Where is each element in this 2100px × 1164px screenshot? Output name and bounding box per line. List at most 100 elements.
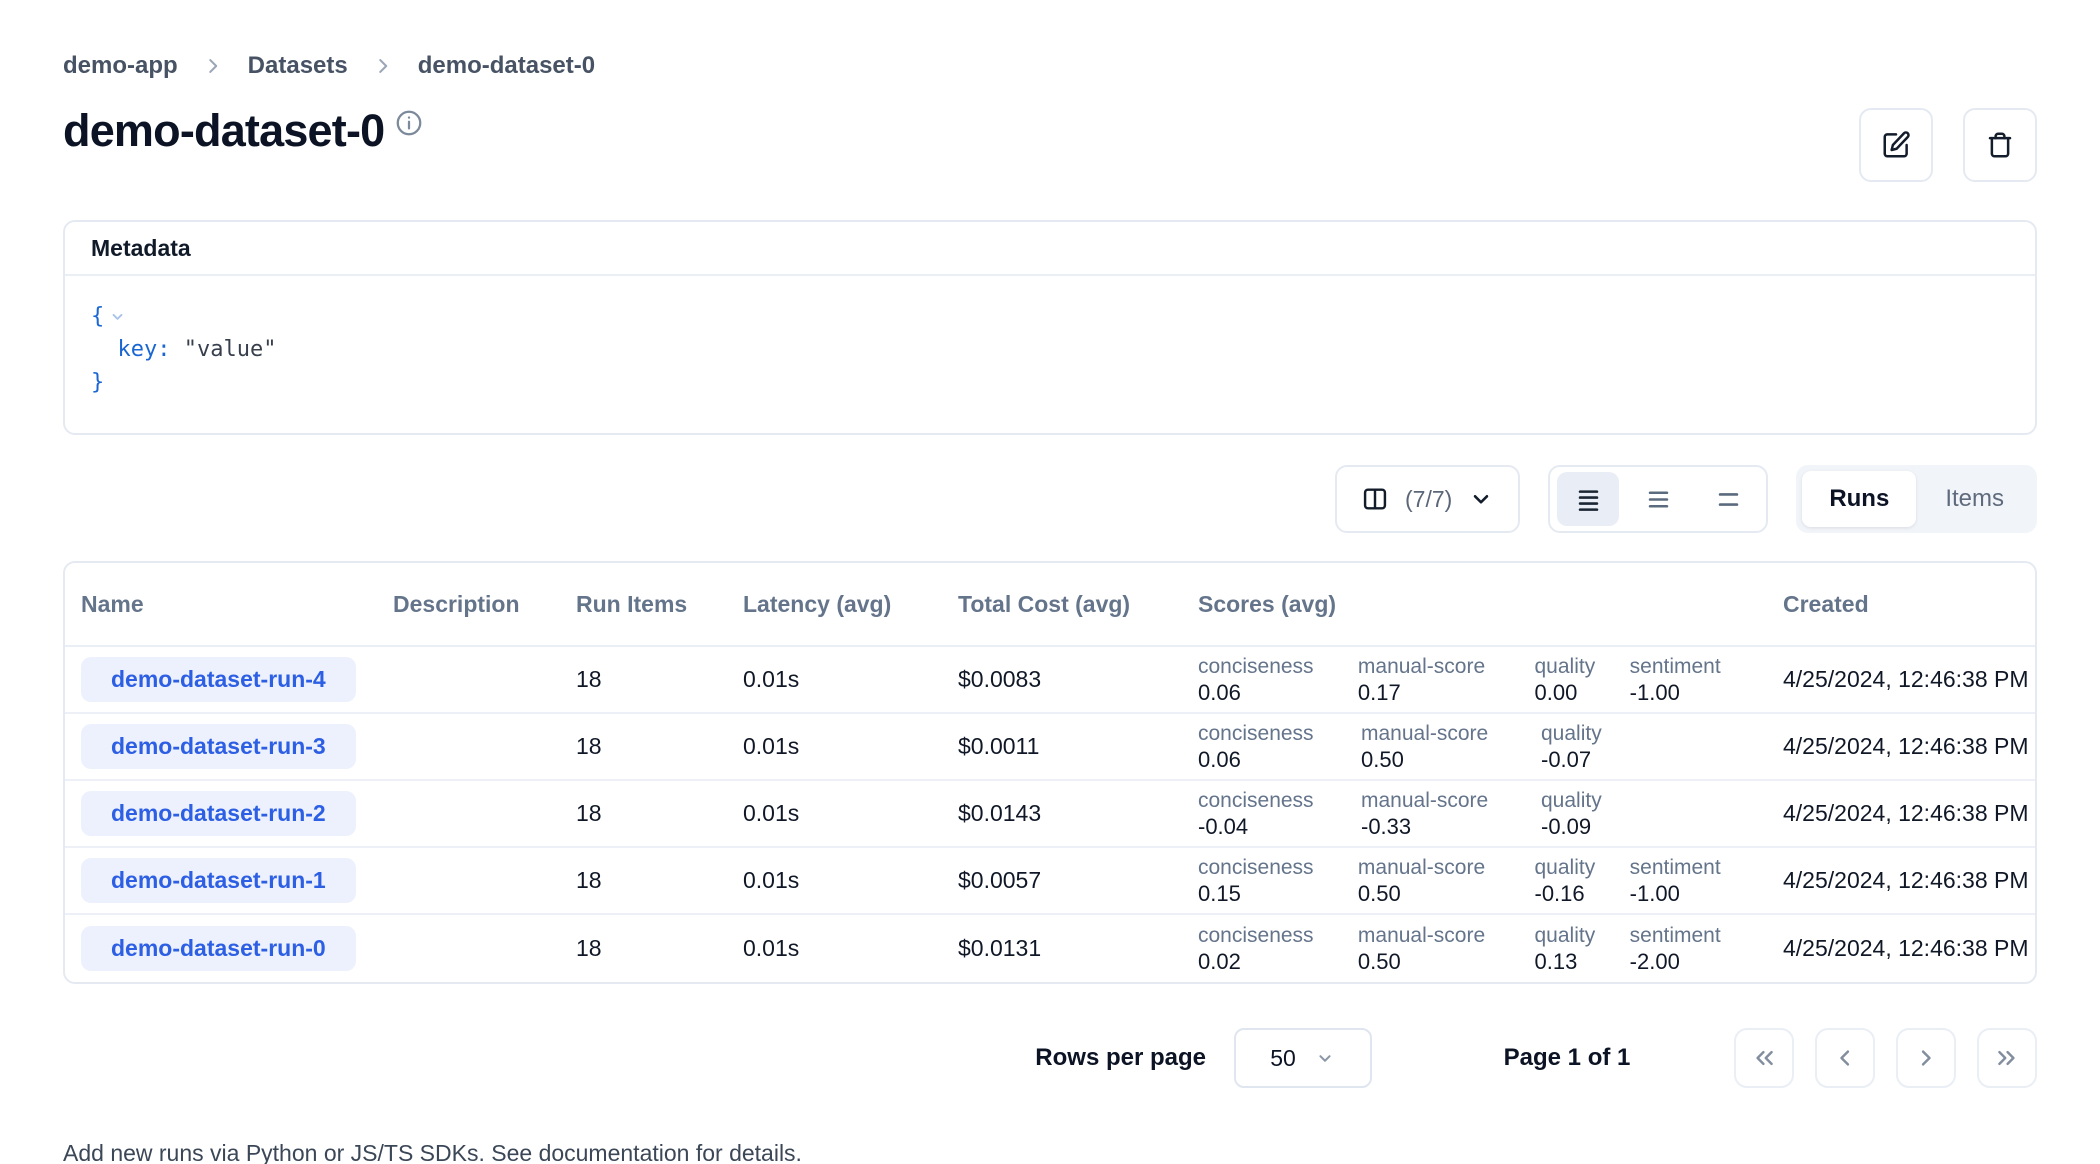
first-page-button[interactable]	[1734, 1028, 1794, 1088]
scores-cell: conciseness -0.04 manual-score -0.33 qua…	[1182, 788, 1767, 840]
scores-cell: conciseness 0.15 manual-score 0.50 quali…	[1182, 855, 1767, 907]
delete-dataset-button[interactable]	[1963, 108, 2037, 182]
table-row[interactable]: demo-dataset-run-0 18 0.01s $0.0131 conc…	[65, 915, 2035, 982]
column-header-scores[interactable]: Scores (avg)	[1182, 591, 1767, 618]
json-collapse-chevron-icon[interactable]	[108, 307, 127, 326]
score-chip: conciseness -0.04	[1198, 788, 1361, 840]
tab-items[interactable]: Items	[1918, 471, 2031, 527]
score-value: 0.50	[1358, 881, 1535, 907]
score-value: -1.00	[1630, 881, 1767, 907]
score-value: -0.16	[1535, 881, 1630, 907]
score-label: sentiment	[1630, 855, 1767, 881]
chevron-right-icon	[1912, 1044, 1940, 1072]
score-chip: manual-score 0.17	[1358, 654, 1535, 706]
chevron-right-icon	[202, 55, 224, 77]
score-chip: conciseness 0.06	[1198, 654, 1358, 706]
latency-cell: 0.01s	[727, 867, 942, 894]
row-height-medium-button[interactable]	[1627, 472, 1689, 526]
column-header-description[interactable]: Description	[377, 591, 560, 618]
total-cost-cell: $0.0011	[942, 733, 1182, 760]
documentation-link[interactable]: documentation	[539, 1140, 690, 1164]
footer-text-suffix: for details.	[689, 1140, 802, 1164]
score-value: -1.00	[1630, 680, 1767, 706]
table-header-row: Name Description Run Items Latency (avg)…	[65, 563, 2035, 647]
run-items-cell: 18	[560, 867, 727, 894]
pagination-bar: Rows per page 50 Page 1 of 1	[63, 1028, 2037, 1088]
run-name-link[interactable]: demo-dataset-run-3	[81, 724, 356, 769]
score-label: conciseness	[1198, 654, 1358, 680]
score-label: sentiment	[1630, 654, 1767, 680]
metadata-card-title: Metadata	[65, 222, 2035, 276]
breadcrumb-item-datasets[interactable]: Datasets	[248, 52, 348, 80]
latency-cell: 0.01s	[727, 666, 942, 693]
score-label: quality	[1535, 654, 1630, 680]
breadcrumb: demo-app Datasets demo-dataset-0	[63, 52, 2037, 80]
row-height-dense-button[interactable]	[1557, 472, 1619, 526]
score-chip: conciseness 0.15	[1198, 855, 1358, 907]
column-visibility-button[interactable]: (7/7)	[1335, 465, 1520, 533]
score-value: 0.06	[1198, 747, 1361, 773]
score-value: -2.00	[1630, 949, 1767, 975]
score-label: manual-score	[1361, 721, 1541, 747]
run-items-cell: 18	[560, 666, 727, 693]
column-header-name[interactable]: Name	[65, 591, 377, 618]
latency-cell: 0.01s	[727, 733, 942, 760]
score-chip: sentiment -1.00	[1630, 654, 1767, 706]
run-name-link[interactable]: demo-dataset-run-2	[81, 791, 356, 836]
score-label: conciseness	[1198, 923, 1358, 949]
score-value: 0.17	[1358, 680, 1535, 706]
breadcrumb-item-project[interactable]: demo-app	[63, 52, 178, 80]
runs-table: Name Description Run Items Latency (avg)…	[63, 561, 2037, 984]
chevron-down-icon	[1468, 486, 1494, 512]
row-height-tall-button[interactable]	[1697, 472, 1759, 526]
chevrons-right-icon	[1993, 1044, 2021, 1072]
tab-runs[interactable]: Runs	[1802, 471, 1916, 527]
score-chip: quality 0.00	[1535, 654, 1630, 706]
score-label: sentiment	[1630, 923, 1767, 949]
score-label: conciseness	[1198, 855, 1358, 881]
json-value-string: "value"	[184, 333, 277, 366]
rows-tall-icon	[1715, 486, 1742, 513]
score-chip: sentiment -1.00	[1630, 855, 1767, 907]
score-chip: sentiment -2.00	[1630, 923, 1767, 975]
score-label: conciseness	[1198, 721, 1361, 747]
column-header-created[interactable]: Created	[1767, 591, 2037, 618]
info-icon[interactable]	[394, 108, 424, 138]
table-row[interactable]: demo-dataset-run-3 18 0.01s $0.0011 conc…	[65, 714, 2035, 781]
rows-dense-icon	[1575, 486, 1602, 513]
score-chip: manual-score 0.50	[1358, 923, 1535, 975]
next-page-button[interactable]	[1896, 1028, 1956, 1088]
run-name-link[interactable]: demo-dataset-run-0	[81, 926, 356, 971]
column-header-latency[interactable]: Latency (avg)	[727, 591, 942, 618]
edit-dataset-button[interactable]	[1859, 108, 1933, 182]
total-cost-cell: $0.0057	[942, 867, 1182, 894]
table-row[interactable]: demo-dataset-run-4 18 0.01s $0.0083 conc…	[65, 647, 2035, 714]
json-value	[170, 333, 183, 366]
score-chip: quality -0.07	[1541, 721, 1638, 773]
score-chip: quality -0.09	[1541, 788, 1638, 840]
score-label: quality	[1541, 721, 1638, 747]
score-value: -0.04	[1198, 814, 1361, 840]
column-header-run-items[interactable]: Run Items	[560, 591, 727, 618]
score-chip: quality 0.13	[1535, 923, 1630, 975]
score-label: conciseness	[1198, 788, 1361, 814]
split-columns-icon	[1361, 485, 1389, 513]
dataset-page: demo-app Datasets demo-dataset-0 demo-da…	[0, 52, 2100, 1164]
score-label: manual-score	[1361, 788, 1541, 814]
table-row[interactable]: demo-dataset-run-1 18 0.01s $0.0057 conc…	[65, 848, 2035, 915]
breadcrumb-item-dataset[interactable]: demo-dataset-0	[418, 52, 595, 80]
score-chip: manual-score 0.50	[1361, 721, 1541, 773]
run-name-link[interactable]: demo-dataset-run-1	[81, 858, 356, 903]
previous-page-button[interactable]	[1815, 1028, 1875, 1088]
metadata-json-viewer: { key: "value" }	[65, 276, 2035, 433]
json-close-brace: }	[91, 366, 104, 399]
score-value: 0.50	[1361, 747, 1541, 773]
last-page-button[interactable]	[1977, 1028, 2037, 1088]
scores-cell: conciseness 0.06 manual-score 0.50 quali…	[1182, 721, 1767, 773]
rows-per-page-label: Rows per page	[1035, 1044, 1206, 1072]
table-row[interactable]: demo-dataset-run-2 18 0.01s $0.0143 conc…	[65, 781, 2035, 848]
run-name-link[interactable]: demo-dataset-run-4	[81, 657, 356, 702]
rows-per-page-select[interactable]: 50	[1234, 1028, 1372, 1088]
column-header-total-cost[interactable]: Total Cost (avg)	[942, 591, 1182, 618]
scores-cell: conciseness 0.06 manual-score 0.17 quali…	[1182, 654, 1767, 706]
